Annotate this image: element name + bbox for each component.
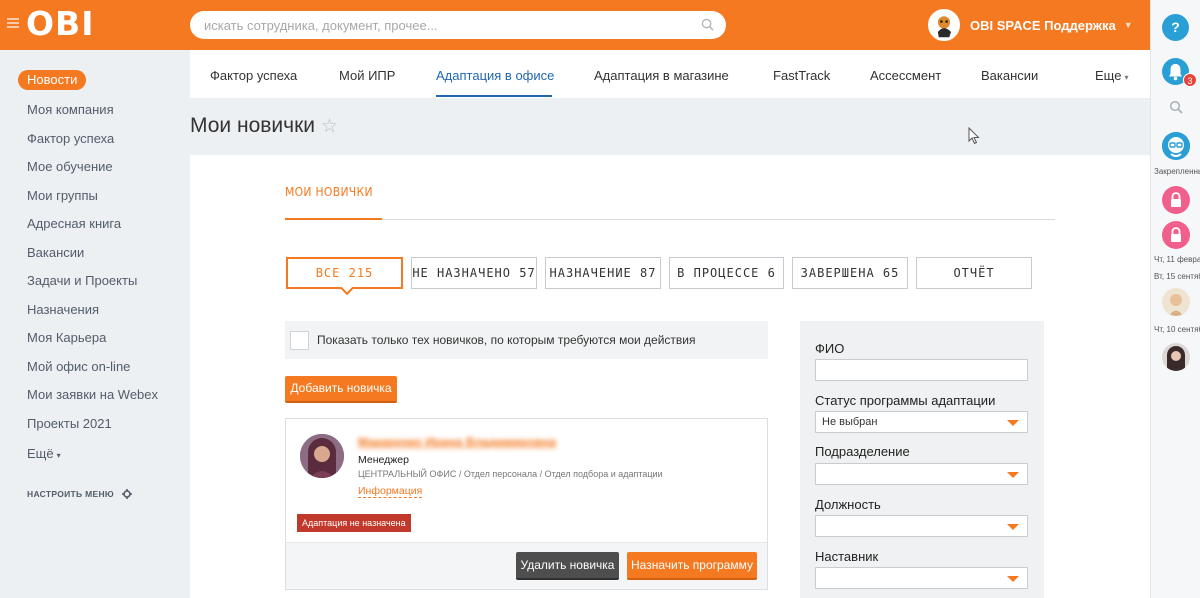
add-newcomer-button[interactable]: Добавить новичка [285,376,397,403]
card-footer: Удалить новичка Назначить программу [286,542,767,589]
filter-completed[interactable]: ЗАВЕРШЕНА 65 [792,257,908,289]
nav-item-my-groups[interactable]: Мои группы [27,188,98,203]
mouse-cursor-icon [968,127,980,145]
chat-date: Чт, 11 февраля [1154,255,1200,264]
tab-fasttrack[interactable]: FastTrack [773,68,830,83]
chat-date: Чт, 10 сентября [1154,325,1200,334]
nav-item-office-online[interactable]: Мой офис on-line [27,359,130,374]
search-input[interactable] [204,11,684,39]
chevron-down-icon: ▾ [1124,73,1129,82]
tab-store-adaptation[interactable]: Адаптация в магазине [594,68,729,83]
chat-date: Вт, 15 сентября [1154,272,1200,281]
status-select[interactable]: Не выбран [815,411,1028,433]
search-box[interactable] [190,11,726,39]
newcomer-avatar[interactable] [300,434,344,478]
newcomer-card: Макаренко Ирина Владимировна Менеджер ЦЕ… [285,418,768,590]
status-label: Статус программы адаптации [815,393,996,408]
tab-my-idp[interactable]: Мой ИПР [339,68,395,83]
tab-vacancies[interactable]: Вакансии [981,68,1038,83]
chevron-down-icon [1007,576,1019,582]
tab-success-factor[interactable]: Фактор успеха [210,68,297,83]
nav-item-address-book[interactable]: Адресная книга [27,216,121,231]
user-menu[interactable]: OBI SPACE Поддержка ▼ [928,9,1133,41]
menu-icon[interactable] [7,18,19,28]
lock-icon[interactable] [1162,186,1190,214]
subtab-divider [285,219,1055,220]
star-icon[interactable]: ☆ [321,115,338,138]
tab-more[interactable]: Еще ▾ [1095,68,1128,83]
chat-avatar[interactable] [1162,288,1190,316]
division-select[interactable] [815,463,1028,485]
user-avatar[interactable] [928,9,960,41]
position-select[interactable] [815,515,1028,537]
newcomer-position: Менеджер [358,454,409,466]
filter-not-assigned[interactable]: НЕ НАЗНАЧЕНО 57 [411,257,537,289]
page-title-text: Мои новички [190,114,315,137]
nav-item-my-company[interactable]: Моя компания [27,102,114,117]
chat-avatar[interactable] [1162,343,1190,371]
search-icon[interactable] [701,18,714,31]
gear-icon [121,489,132,499]
nav-item-my-learning[interactable]: Мое обучение [27,159,113,174]
filter-in-progress[interactable]: В ПРОЦЕССЕ 6 [669,257,784,289]
pinned-avatar[interactable] [1162,132,1190,160]
tab-assessment[interactable]: Ассессмент [870,68,941,83]
newcomer-name[interactable]: Макаренко Ирина Владимировна [358,435,566,449]
configure-menu-label: НАСТРОИТЬ МЕНЮ [27,489,114,499]
notification-badge: 3 [1183,73,1197,87]
nav-item-assignments[interactable]: Назначения [27,302,99,317]
active-tab-underline [436,95,552,97]
only-mine-label[interactable]: Показать только тех новичков, по которым… [317,333,695,347]
search-icon[interactable] [1169,100,1183,114]
nav-item-projects-2021[interactable]: Проекты 2021 [27,416,112,431]
only-mine-row: Показать только тех новичков, по которым… [285,321,768,359]
status-select-value: Не выбран [822,416,878,428]
nav-item-vacancies[interactable]: Вакансии [27,245,84,260]
filter-report[interactable]: ОТЧЁТ [916,257,1032,289]
chevron-down-icon [1007,472,1019,478]
right-rail: ? 3 Закрепленные Чт, 11 февраля Вт, [1150,0,1200,598]
nav-item-success-factor[interactable]: Фактор успеха [27,131,114,146]
user-name[interactable]: OBI SPACE Поддержка [970,18,1116,33]
nav-item-webex[interactable]: Мои заявки на Webex [27,387,158,402]
only-mine-checkbox[interactable] [290,331,309,350]
subtab-my-newcomers[interactable]: МОИ НОВИЧКИ [285,185,373,199]
fio-label: ФИО [815,341,845,356]
newcomer-department: ЦЕНТРАЛЬНЫЙ ОФИС / Отдел персонала / Отд… [358,469,663,479]
status-badge: Адаптация не назначена [297,514,411,532]
top-bar: OBI OBI SPACE Поддержка ▼ [0,0,1150,50]
tab-more-label: Еще [1095,68,1122,83]
tabs-bar: Фактор успеха Мой ИПР Адаптация в офисе … [190,50,1150,98]
configure-menu-button[interactable]: НАСТРОИТЬ МЕНЮ [27,489,132,499]
nav-item-more[interactable]: Ещё ▾ [27,446,61,461]
mentor-select[interactable] [815,567,1028,589]
lock-icon[interactable] [1162,221,1190,249]
delete-newcomer-button[interactable]: Удалить новичка [516,552,619,580]
chevron-down-icon[interactable]: ▼ [1124,20,1133,30]
chevron-down-icon: ▾ [56,451,61,460]
info-link[interactable]: Информация [358,485,423,498]
nav-item-tasks[interactable]: Задачи и Проекты [27,273,137,288]
chevron-down-icon [1007,524,1019,530]
filter-assigning[interactable]: НАЗНАЧЕНИЕ 87 [545,257,661,289]
nav-more-label: Ещё [27,446,54,461]
fio-field[interactable] [815,359,1028,381]
filter-all[interactable]: ВСЕ 215 [286,257,403,289]
subtab-active-underline [285,218,382,220]
position-label: Должность [815,497,881,512]
obi-logo[interactable]: OBI [26,4,94,43]
help-button[interactable]: ? [1162,14,1189,41]
page-title: Мои новички ☆ [190,114,338,138]
filter-panel: ФИО Статус программы адаптации Не выбран… [800,321,1044,598]
chevron-down-icon [1007,420,1019,426]
division-label: Подразделение [815,444,910,459]
pinned-label: Закрепленные [1154,167,1200,176]
nav-item-career[interactable]: Моя Карьера [27,330,106,345]
nav-item-news[interactable]: Новости [18,70,87,90]
left-nav: Новости Моя компания Фактор успеха Мое о… [0,50,190,598]
tab-office-adaptation[interactable]: Адаптация в офисе [436,68,554,83]
mentor-label: Наставник [815,549,879,564]
assign-program-button[interactable]: Назначить программу [627,552,757,580]
